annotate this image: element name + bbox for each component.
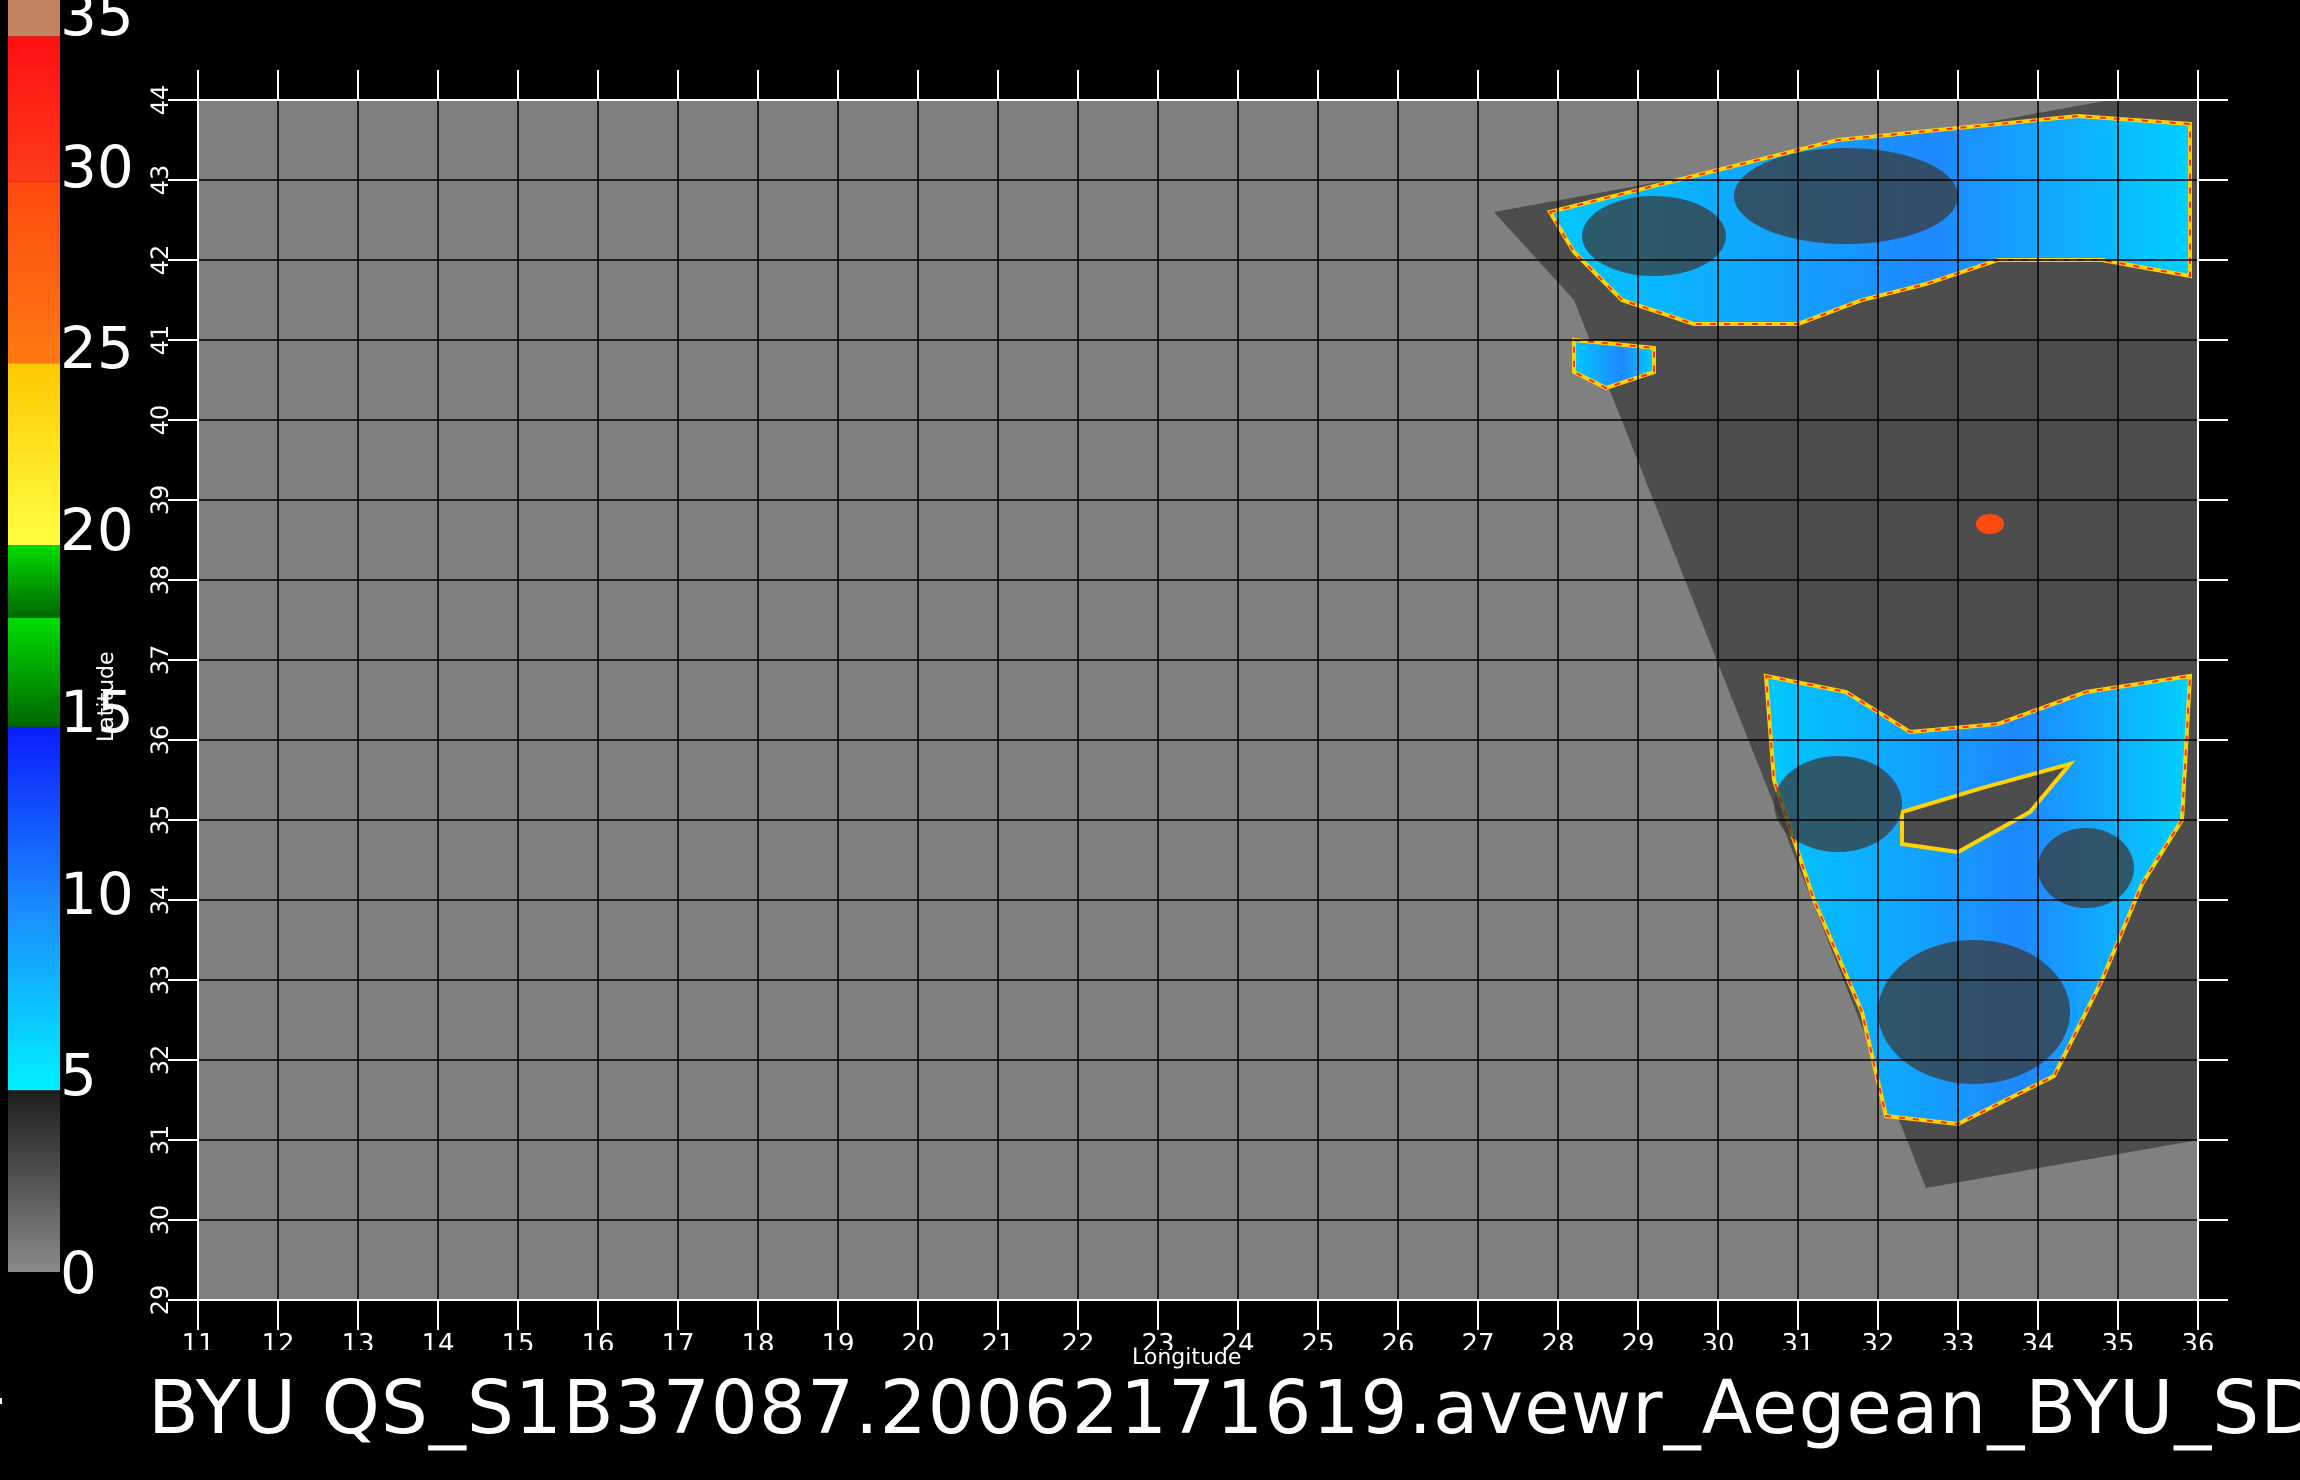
y-tick-label: 42 [146,245,174,276]
y-tick-label: 39 [146,485,174,516]
y-tick-label: 38 [146,565,174,596]
low-wind-patch [2038,828,2134,908]
x-tick-label: 21 [981,1329,1014,1350]
x-tick-label: 28 [1541,1329,1574,1350]
low-wind-patch [1582,196,1726,276]
y-tick-label: 37 [146,645,174,676]
footer-title: BYU QS_S1B37087.20062171619.avewr_Aegean… [148,1365,2300,1451]
x-tick-label: 29 [1621,1329,1654,1350]
y-tick-label: 41 [146,325,174,356]
high-wind-spot [1976,514,2004,534]
x-tick-label: 32 [1861,1329,1894,1350]
map-plot: 11 12 13 14 15 16 17 18 19 20 21 22 23 24 25 26 27 28 29 30… [146,70,2228,1350]
x-tick-label: 15 [501,1329,534,1350]
x-tick-label: 18 [741,1329,774,1350]
y-tick-label: 30 [146,1205,174,1236]
y-tick-label: 31 [146,1125,174,1156]
x-tick-label: 30 [1701,1329,1734,1350]
x-tick-label: 34 [2021,1329,2054,1350]
x-tick-label: 26 [1381,1329,1414,1350]
x-tick-label: 35 [2101,1329,2134,1350]
x-tick-label: 19 [821,1329,854,1350]
x-tick-label: 33 [1941,1329,1974,1350]
x-tick-label: 16 [581,1329,614,1350]
y-tick-label: 35 [146,805,174,836]
x-tick-label: 36 [2181,1329,2214,1350]
map-figure: 35 30 25 20 15 10 5 0 11 12 13 14 15 16 17 18 19 20 21 22 2… [0,0,2300,1480]
x-tick-label: 27 [1461,1329,1494,1350]
y-tick-label: 34 [146,885,174,916]
low-wind-patch [1734,148,1958,244]
y-tick-label: 36 [146,725,174,756]
y-tick-label: 43 [146,165,174,196]
x-tick-label: 31 [1781,1329,1814,1350]
x-tick-label: 22 [1061,1329,1094,1350]
x-tick-label: 25 [1301,1329,1334,1350]
low-wind-patch [1774,756,1902,852]
low-wind-patch [1878,940,2070,1084]
x-tick-label: 13 [341,1329,374,1350]
x-tick-label: 14 [421,1329,454,1350]
x-tick-label: 11 [181,1329,214,1350]
edge-marker [0,1398,2,1404]
x-tick-label: 12 [261,1329,294,1350]
x-tick-label: 20 [901,1329,934,1350]
y-axis-title: Latitude [94,651,119,742]
y-tick-label: 33 [146,965,174,996]
y-tick-label: 32 [146,1045,174,1076]
y-tick-label: 40 [146,405,174,436]
x-tick-label: 17 [661,1329,694,1350]
